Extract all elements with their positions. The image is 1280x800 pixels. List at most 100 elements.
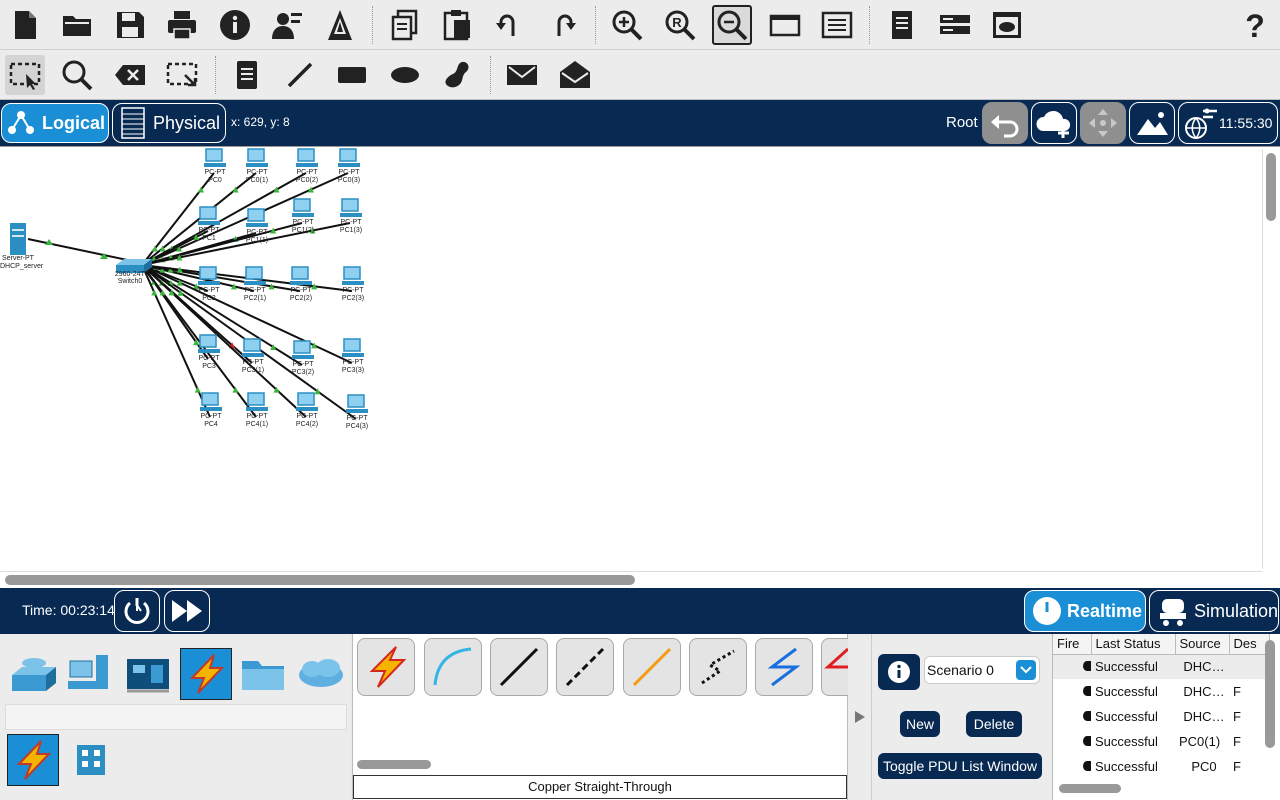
copy-icon[interactable]	[385, 5, 425, 45]
table-row[interactable]: Successful PC0 F	[1053, 754, 1269, 779]
automatic-connection-icon[interactable]	[357, 638, 415, 696]
console-cable-icon[interactable]	[424, 638, 482, 696]
connections-icon[interactable]	[180, 648, 232, 700]
rectangle-tool-icon[interactable]	[332, 55, 372, 95]
phone-cable-icon[interactable]	[689, 638, 747, 696]
simulation-mode-button[interactable]: Simulation	[1149, 590, 1279, 632]
pc-link[interactable]	[141, 264, 303, 366]
network-devices-icon[interactable]	[7, 648, 59, 700]
cloud-window-icon[interactable]	[987, 5, 1027, 45]
activity-wizard-icon[interactable]	[320, 5, 360, 45]
pc-icon[interactable]	[291, 266, 309, 280]
pc-icon[interactable]	[247, 208, 265, 222]
info-icon[interactable]	[215, 5, 255, 45]
scenario-select[interactable]: Scenario 0	[924, 656, 1040, 684]
pc-icon[interactable]	[205, 148, 223, 162]
paste-icon[interactable]	[437, 5, 477, 45]
pc-icon[interactable]	[343, 338, 361, 352]
pc-icon[interactable]	[199, 334, 217, 348]
table-row[interactable]: Successful PC0(1) F	[1053, 729, 1269, 754]
pc-icon[interactable]	[293, 340, 311, 354]
pc-icon[interactable]	[339, 148, 357, 162]
serial-dce-icon[interactable]	[821, 638, 849, 696]
help-icon[interactable]: ?	[1235, 5, 1275, 45]
structured-cabling-icon[interactable]	[65, 734, 117, 786]
power-cycle-button[interactable]	[114, 590, 160, 632]
pc-icon[interactable]	[297, 392, 315, 406]
print-icon[interactable]	[162, 5, 202, 45]
miscellaneous-icon[interactable]	[237, 648, 289, 700]
pc-icon[interactable]	[341, 198, 359, 212]
table-row[interactable]: Successful DHC… F	[1053, 704, 1269, 729]
zoom-out-icon[interactable]	[712, 5, 752, 45]
pc-icon[interactable]	[247, 392, 265, 406]
simple-pdu-icon[interactable]	[502, 55, 542, 95]
scenario-info-button[interactable]	[878, 654, 920, 690]
vertical-scroll-thumb[interactable]	[1266, 153, 1276, 221]
serial-dte-icon[interactable]	[755, 638, 813, 696]
server-icon[interactable]	[10, 223, 26, 255]
delete-scenario-button[interactable]: Delete	[966, 711, 1022, 737]
server-cluster-icon[interactable]	[935, 5, 975, 45]
pc-icon[interactable]	[245, 266, 263, 280]
table-row[interactable]: Successful DHC…	[1053, 654, 1269, 679]
zoom-in-icon[interactable]	[607, 5, 647, 45]
pdu-vertical-scroll-thumb[interactable]	[1265, 640, 1275, 748]
pc-link[interactable]	[141, 172, 307, 266]
pc-icon[interactable]	[293, 198, 311, 212]
complex-pdu-icon[interactable]	[555, 55, 595, 95]
panel-collapse-toggle[interactable]	[848, 634, 872, 800]
fire-indicator-icon[interactable]	[1053, 654, 1091, 679]
logical-tab[interactable]: Logical	[1, 103, 109, 143]
custom-device-dialog-icon[interactable]	[817, 5, 857, 45]
fiber-cable-icon[interactable]	[623, 638, 681, 696]
resize-tool-icon[interactable]	[162, 55, 202, 95]
end-devices-icon[interactable]	[65, 648, 117, 700]
freeform-tool-icon[interactable]	[437, 55, 477, 95]
set-background-button[interactable]	[1129, 102, 1175, 144]
pc-icon[interactable]	[297, 148, 315, 162]
server-link[interactable]	[27, 238, 133, 262]
fire-indicator-icon[interactable]	[1053, 704, 1091, 729]
horizontal-scrollbar[interactable]	[0, 571, 1262, 587]
zoom-reset-icon[interactable]: R	[660, 5, 700, 45]
column-header-fire[interactable]: Fire	[1053, 634, 1092, 655]
fast-forward-button[interactable]	[164, 590, 210, 632]
column-header-last-status[interactable]: Last Status	[1091, 634, 1176, 655]
multiuser-icon[interactable]	[295, 648, 347, 700]
pc-icon[interactable]	[343, 266, 361, 280]
pc-icon[interactable]	[247, 148, 265, 162]
pc-icon[interactable]	[243, 338, 261, 352]
save-icon[interactable]	[110, 5, 150, 45]
horizontal-scroll-thumb[interactable]	[5, 575, 635, 585]
vertical-scrollbar[interactable]	[1262, 149, 1278, 569]
back-button[interactable]	[982, 102, 1028, 144]
pc-icon[interactable]	[199, 206, 217, 220]
new-scenario-button[interactable]: New	[900, 711, 940, 737]
pc-icon[interactable]	[201, 392, 219, 406]
column-header-source[interactable]: Source	[1175, 634, 1230, 655]
toggle-pdu-list-button[interactable]: Toggle PDU List Window	[878, 753, 1042, 779]
drawing-palette-icon[interactable]	[765, 5, 805, 45]
pc-icon[interactable]	[347, 394, 365, 408]
viewport-icon[interactable]	[882, 5, 922, 45]
open-folder-icon[interactable]	[57, 5, 97, 45]
pdu-horizontal-scroll-thumb[interactable]	[1059, 784, 1121, 793]
fire-indicator-icon[interactable]	[1053, 729, 1091, 754]
components-icon[interactable]	[122, 648, 174, 700]
connections-subcategory-icon[interactable]	[7, 734, 59, 786]
copper-cross-over-icon[interactable]	[556, 638, 614, 696]
pc-link[interactable]	[141, 172, 257, 266]
inspect-tool-icon[interactable]	[57, 55, 97, 95]
pc-icon[interactable]	[199, 266, 217, 280]
copper-straight-through-icon[interactable]	[490, 638, 548, 696]
line-tool-icon[interactable]	[280, 55, 320, 95]
redo-icon[interactable]	[542, 5, 582, 45]
connection-scroll-thumb[interactable]	[357, 760, 431, 769]
logical-workspace[interactable]: Server-PT DHCP_server 2960-24TT Switch0 PC-P…	[0, 146, 1280, 588]
physical-tab[interactable]: Physical	[112, 103, 226, 143]
fire-indicator-icon[interactable]	[1053, 754, 1091, 779]
table-row[interactable]: Successful DHC… F	[1053, 679, 1269, 704]
column-header-destination[interactable]: Des	[1229, 634, 1270, 655]
delete-tool-icon[interactable]	[110, 55, 150, 95]
